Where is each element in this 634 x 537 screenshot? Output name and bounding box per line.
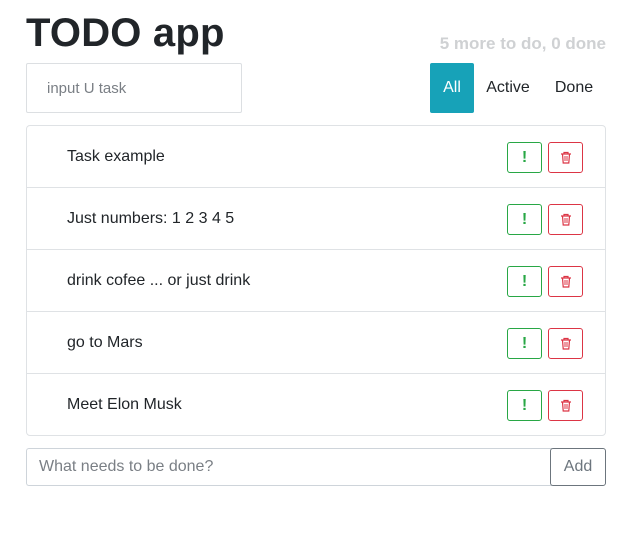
trash-icon bbox=[560, 337, 571, 350]
todo-item-label[interactable]: drink cofee ... or just drink bbox=[67, 272, 250, 290]
list-item[interactable]: drink cofee ... or just drink ! bbox=[27, 250, 605, 312]
list-item[interactable]: Task example ! bbox=[27, 126, 605, 188]
todo-item-label[interactable]: go to Mars bbox=[67, 334, 143, 352]
todo-item-label[interactable]: Task example bbox=[67, 148, 165, 166]
mark-important-button[interactable]: ! bbox=[507, 266, 542, 297]
mark-important-button[interactable]: ! bbox=[507, 390, 542, 421]
trash-icon bbox=[560, 213, 571, 226]
mark-important-button[interactable]: ! bbox=[507, 328, 542, 359]
exclamation-icon: ! bbox=[521, 334, 528, 352]
exclamation-icon: ! bbox=[521, 396, 528, 414]
list-item[interactable]: Just numbers: 1 2 3 4 5 ! bbox=[27, 188, 605, 250]
trash-icon bbox=[560, 275, 571, 288]
exclamation-icon: ! bbox=[521, 210, 528, 228]
add-button[interactable]: Add bbox=[550, 448, 606, 486]
exclamation-icon: ! bbox=[521, 148, 528, 166]
filter-active-button[interactable]: Active bbox=[474, 63, 542, 113]
app-title: TODO app bbox=[26, 11, 225, 55]
new-task-input[interactable] bbox=[26, 448, 552, 486]
mark-important-button[interactable]: ! bbox=[507, 204, 542, 235]
filter-done-button[interactable]: Done bbox=[542, 63, 606, 113]
filter-group: All Active Done bbox=[430, 63, 606, 113]
filter-all-button[interactable]: All bbox=[430, 63, 474, 113]
delete-button[interactable] bbox=[548, 204, 583, 235]
todo-list: Task example ! Just numbers: 1 2 3 4 5 !… bbox=[26, 125, 606, 436]
todo-app: TODO app 5 more to do, 0 done All Active… bbox=[26, 0, 606, 486]
trash-icon bbox=[560, 151, 571, 164]
trash-icon bbox=[560, 399, 571, 412]
todo-item-label[interactable]: Just numbers: 1 2 3 4 5 bbox=[67, 210, 234, 228]
delete-button[interactable] bbox=[548, 390, 583, 421]
task-counter: 5 more to do, 0 done bbox=[439, 34, 606, 53]
mark-important-button[interactable]: ! bbox=[507, 142, 542, 173]
delete-button[interactable] bbox=[548, 328, 583, 359]
delete-button[interactable] bbox=[548, 266, 583, 297]
app-header: TODO app 5 more to do, 0 done bbox=[26, 0, 606, 62]
exclamation-icon: ! bbox=[521, 272, 528, 290]
list-item[interactable]: Meet Elon Musk ! bbox=[27, 374, 605, 435]
add-task-form: Add bbox=[26, 448, 606, 486]
delete-button[interactable] bbox=[548, 142, 583, 173]
todo-item-label[interactable]: Meet Elon Musk bbox=[67, 396, 182, 414]
search-input[interactable] bbox=[26, 63, 242, 113]
list-item[interactable]: go to Mars ! bbox=[27, 312, 605, 374]
controls-bar: All Active Done bbox=[26, 62, 606, 113]
